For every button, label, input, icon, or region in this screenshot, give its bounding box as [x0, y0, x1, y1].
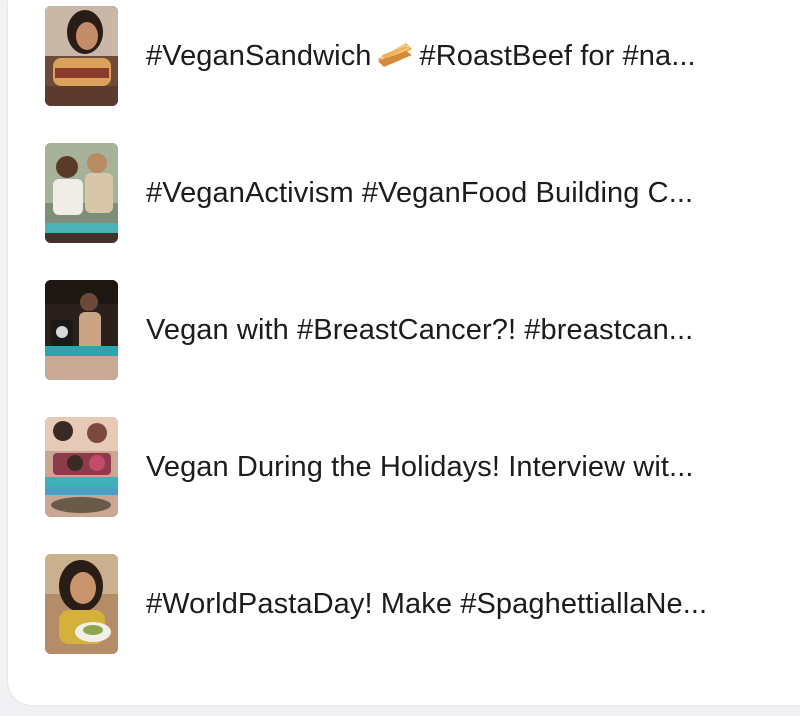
video-title[interactable]: #WorldPastaDay! Make #SpaghettiallaNe...: [146, 584, 786, 624]
list-item[interactable]: #VeganActivism #VeganFood Building C...: [0, 143, 800, 245]
sandwich-emoji-icon: [376, 39, 414, 69]
list-item[interactable]: Vegan During the Holidays! Interview wit…: [0, 417, 800, 519]
list-item[interactable]: #VeganSandwich #RoastBeef for #na...: [0, 6, 800, 108]
list-item[interactable]: Vegan with #BreastCancer?! #breastcan...: [0, 280, 800, 382]
video-title[interactable]: #VeganSandwich #RoastBeef for #na...: [146, 36, 786, 76]
video-thumbnail[interactable]: [45, 6, 118, 106]
video-thumbnail[interactable]: [45, 417, 118, 517]
list-item[interactable]: #WorldPastaDay! Make #SpaghettiallaNe...: [0, 554, 800, 656]
video-title[interactable]: Vegan with #BreastCancer?! #breastcan...: [146, 310, 786, 350]
title-text: #RoastBeef for #na...: [419, 40, 696, 72]
video-thumbnail[interactable]: [45, 143, 118, 243]
title-text: #VeganSandwich: [146, 40, 372, 72]
video-thumbnail[interactable]: [45, 554, 118, 654]
video-title[interactable]: Vegan During the Holidays! Interview wit…: [146, 447, 786, 487]
video-thumbnail[interactable]: [45, 280, 118, 380]
video-title[interactable]: #VeganActivism #VeganFood Building C...: [146, 173, 786, 213]
